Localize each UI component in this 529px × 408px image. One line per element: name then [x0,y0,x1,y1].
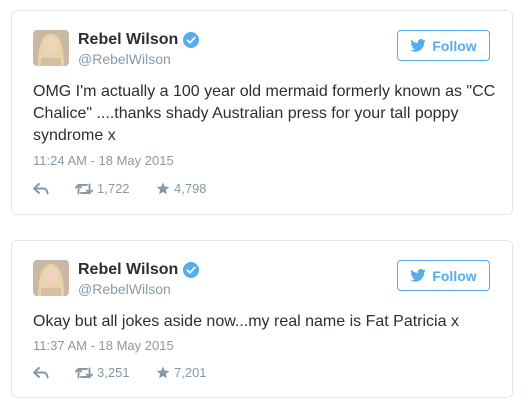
tweet-actions: 3,251 7,201 [33,365,207,380]
avatar[interactable] [33,260,69,296]
retweet-icon [75,367,93,379]
favorite-icon [156,366,170,379]
reply-button[interactable] [33,182,75,195]
follow-label: Follow [432,267,477,284]
favorite-icon [156,182,170,195]
favorite-button[interactable]: 7,201 [156,365,207,380]
tweet-actions: 1,722 4,798 [33,181,207,196]
tweet-text: Okay but all jokes aside now...my real n… [33,313,459,330]
retweet-button[interactable]: 1,722 [75,181,156,196]
verified-icon [183,262,200,278]
follow-button[interactable]: Follow [397,260,490,291]
reply-button[interactable] [33,366,75,379]
retweet-count: 3,251 [97,365,130,380]
favorite-button[interactable]: 4,798 [156,181,207,196]
reply-icon [33,366,49,379]
author-name[interactable]: Rebel Wilson [78,261,178,279]
tweet-timestamp[interactable]: 11:24 AM - 18 May 2015 [33,153,174,168]
tweet-card: Rebel Wilson @RebelWilson Follow OMG I'm… [11,10,513,215]
avatar[interactable] [33,30,69,66]
tweet-card: Rebel Wilson @RebelWilson Follow Okay bu… [11,240,513,398]
reply-icon [33,182,49,195]
tweet-text: OMG I'm actually a 100 year old mermaid … [33,83,496,144]
twitter-bird-icon [410,269,427,282]
follow-button[interactable]: Follow [397,30,490,61]
twitter-bird-icon [410,39,427,52]
follow-label: Follow [432,37,477,54]
tweet-timestamp[interactable]: 11:37 AM - 18 May 2015 [33,338,174,353]
author-block: Rebel Wilson @RebelWilson [78,260,200,297]
retweet-count: 1,722 [97,181,130,196]
verified-icon [183,32,200,48]
favorite-count: 7,201 [174,365,207,380]
retweet-button[interactable]: 3,251 [75,365,156,380]
author-handle[interactable]: @RebelWilson [78,51,199,67]
retweet-icon [75,183,93,195]
author-handle[interactable]: @RebelWilson [78,281,199,297]
favorite-count: 4,798 [174,181,207,196]
author-name[interactable]: Rebel Wilson [78,31,178,49]
author-block: Rebel Wilson @RebelWilson [78,30,200,67]
